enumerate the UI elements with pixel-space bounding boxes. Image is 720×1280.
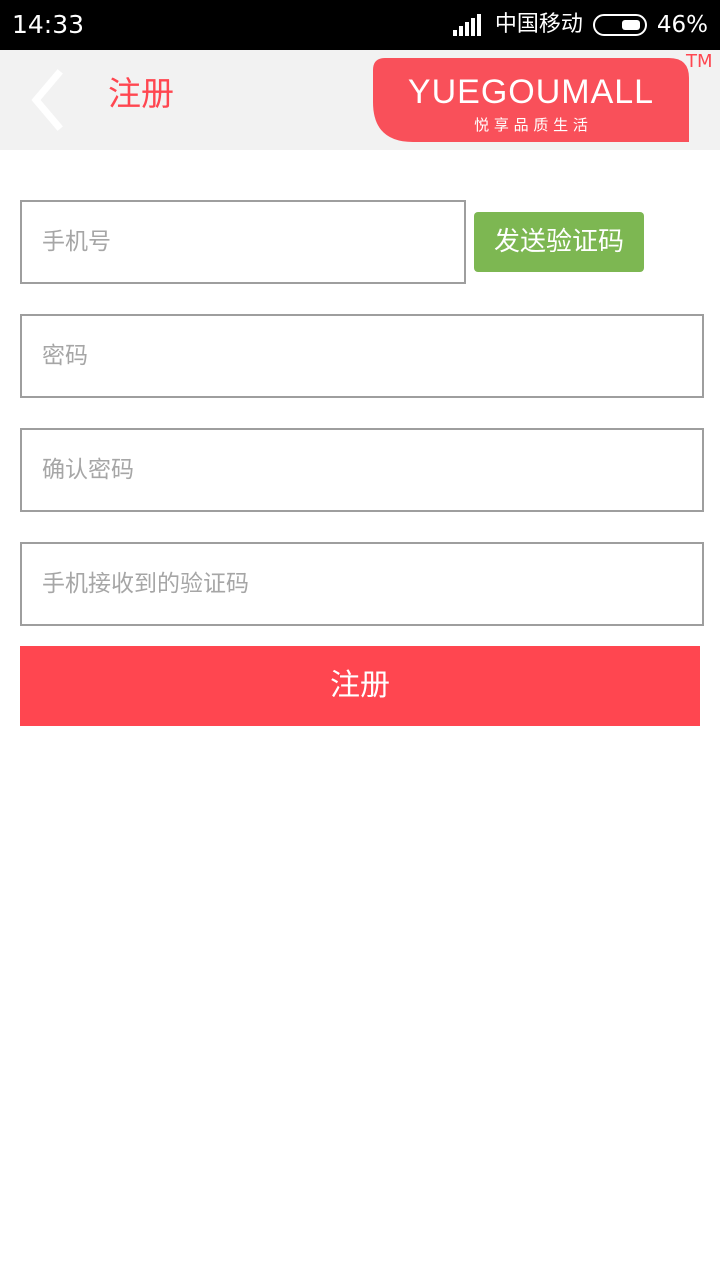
carrier-name: 中国移动: [494, 12, 583, 37]
logo-brand: YUEGOUMALL: [408, 73, 654, 111]
sms-code-input[interactable]: [22, 544, 702, 624]
password-field[interactable]: [20, 314, 704, 398]
page-title: 注册: [108, 74, 174, 113]
status-time: 14:33: [12, 10, 85, 39]
confirm-password-input[interactable]: [22, 430, 702, 510]
status-bar: 14:33 中国移动 46%: [0, 0, 720, 50]
confirm-password-field[interactable]: [20, 428, 704, 512]
trademark-mark: TM: [686, 51, 713, 72]
logo-slogan: 悦 享 品 质 生 活: [474, 116, 588, 134]
phone-field[interactable]: [20, 200, 466, 284]
password-input[interactable]: [22, 316, 702, 396]
chevron-left-icon: [31, 69, 63, 131]
battery-percent: 46%: [656, 12, 708, 38]
phone-input[interactable]: [22, 202, 464, 282]
battery-icon: [592, 14, 647, 36]
signal-icon: [452, 14, 485, 36]
yuegoumall-logo: YUEGOUMALL 悦 享 品 质 生 活: [373, 58, 689, 142]
app-header: 注册 YUEGOUMALL 悦 享 品 质 生 活 TM: [0, 50, 720, 150]
send-code-button[interactable]: 发送验证码: [474, 212, 644, 272]
back-button[interactable]: [26, 68, 70, 132]
sms-code-field[interactable]: [20, 542, 704, 626]
status-indicators: 中国移动 46%: [452, 10, 708, 40]
register-button[interactable]: 注册: [20, 646, 700, 726]
